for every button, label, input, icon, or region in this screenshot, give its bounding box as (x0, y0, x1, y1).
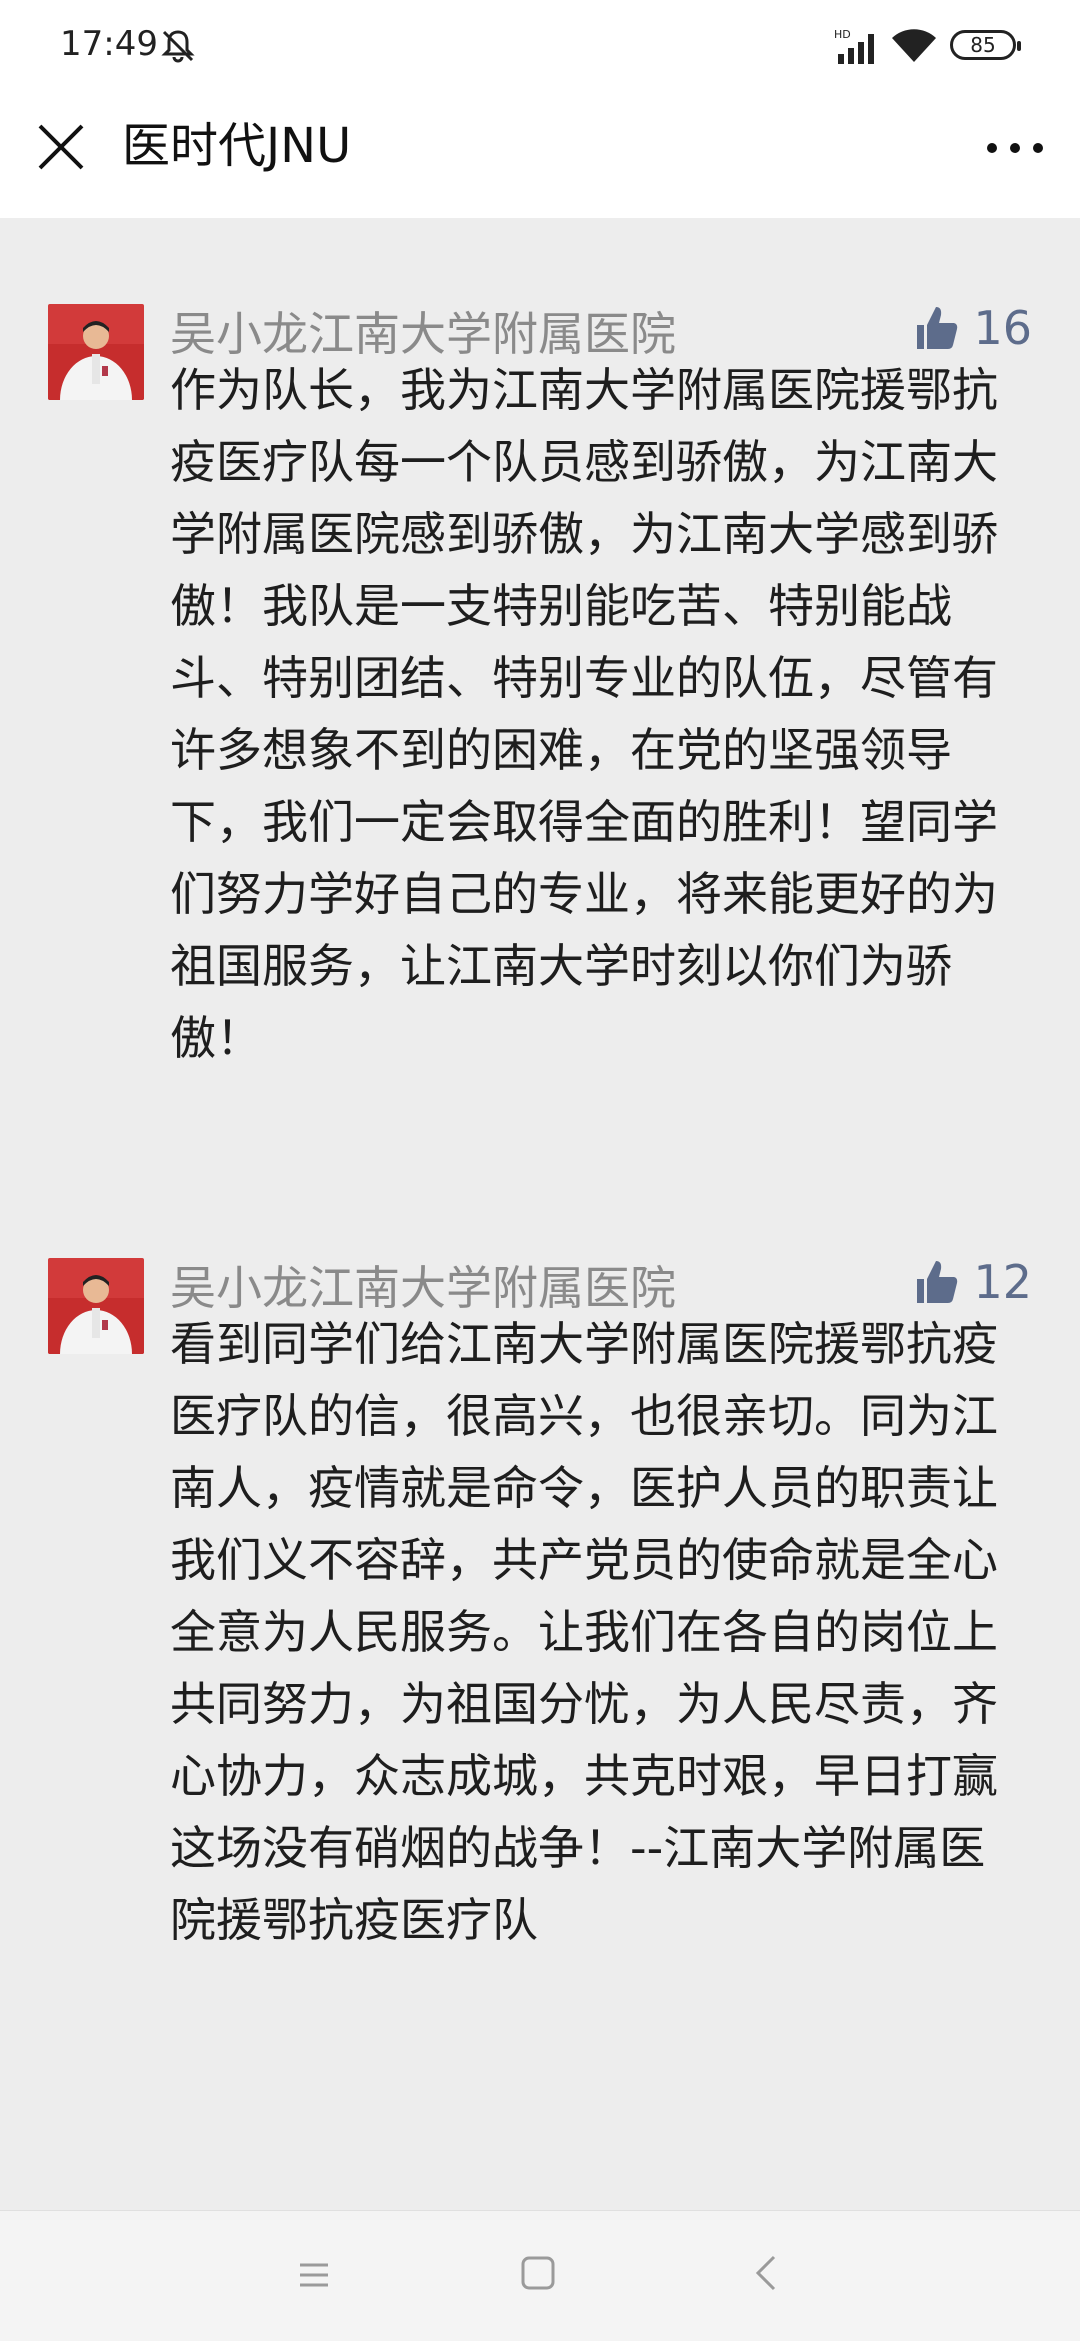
hd-signal-icon: HD (834, 28, 874, 64)
comments-list: 吴小龙江南大学附属医院 16 作为队长，我为江南大学附属医院援鄂抗疫医疗队每一个… (0, 218, 1080, 2210)
comment-author: 吴小龙江南大学附属医院 (170, 307, 676, 361)
like-button[interactable]: 16 (911, 298, 1032, 358)
battery-icon: 85 (950, 30, 1021, 60)
comment-text: 作为队长，我为江南大学附属医院援鄂抗疫医疗队每一个队员感到骄傲，为江南大学附属医… (170, 363, 998, 1065)
back-icon[interactable] (750, 2253, 780, 2293)
wifi-icon (892, 29, 936, 62)
system-nav-bar (0, 2210, 1080, 2341)
status-time: 17:49 (60, 24, 158, 64)
thumb-up-icon (917, 1261, 958, 1303)
like-button[interactable]: 12 (911, 1252, 1032, 1312)
comment-text: 看到同学们给江南大学附属医院援鄂抗疫医疗队的信，很高兴，也很亲切。同为江南人，疫… (170, 1317, 998, 1947)
mute-icon (161, 30, 195, 63)
home-icon[interactable] (520, 2255, 556, 2291)
comment-author: 吴小龙江南大学附属医院 (170, 1261, 676, 1315)
like-count: 12 (973, 1255, 1032, 1309)
svg-text:HD: HD (834, 28, 851, 41)
page-title: 医时代JNU (122, 118, 352, 174)
menu-icon[interactable] (296, 2257, 332, 2293)
avatar[interactable] (48, 304, 144, 400)
like-count: 16 (973, 301, 1032, 355)
battery-level: 85 (970, 33, 996, 57)
close-icon[interactable] (30, 116, 92, 178)
avatar[interactable] (48, 1258, 144, 1354)
top-nav-bar: 医时代JNU (0, 94, 1080, 219)
thumb-up-icon (917, 307, 958, 349)
status-bar: 17:49 HD 85 (0, 0, 1080, 94)
more-icon[interactable] (980, 120, 1050, 176)
